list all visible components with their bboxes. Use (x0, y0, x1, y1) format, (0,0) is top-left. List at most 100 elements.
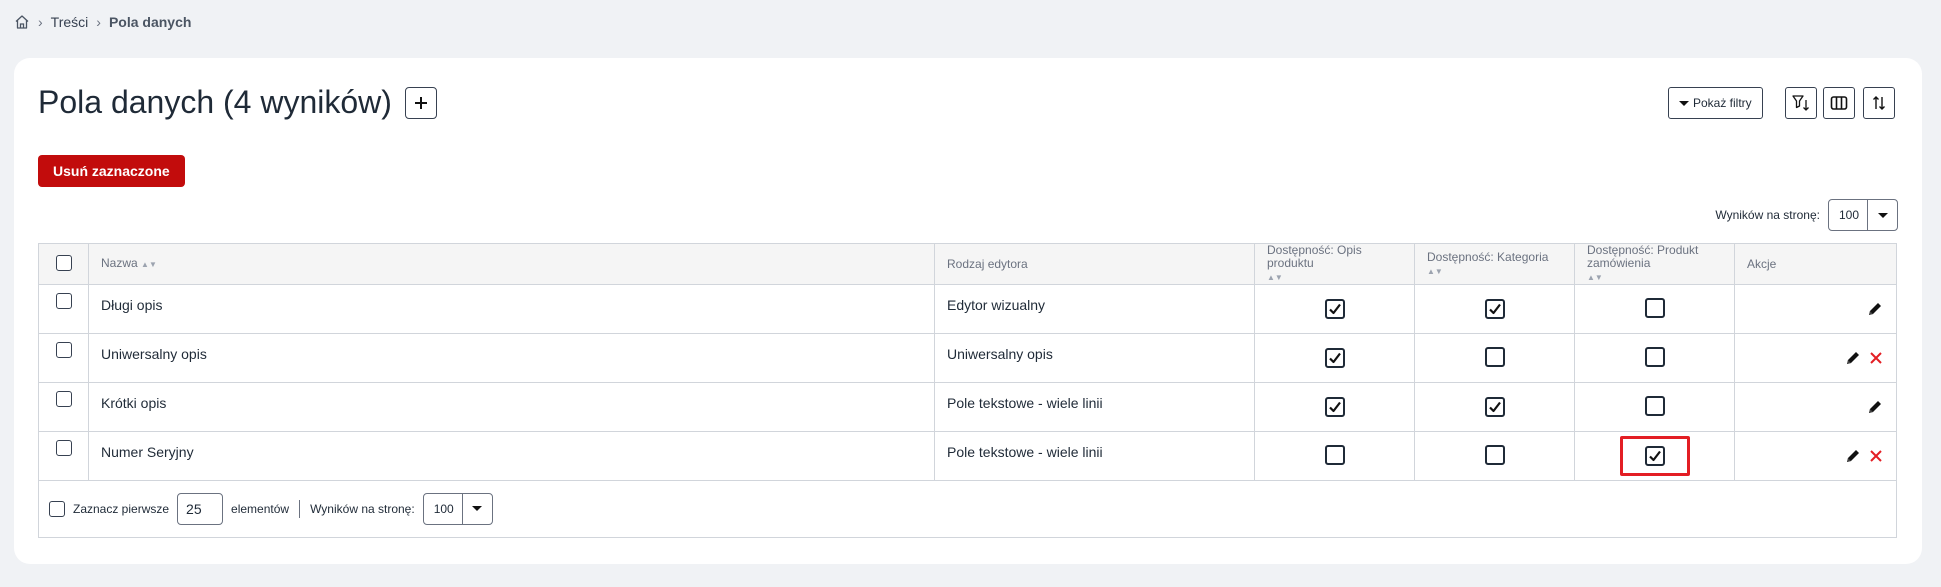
avail-order-cell (1574, 284, 1735, 334)
avail-cat-checkbox[interactable] (1484, 346, 1505, 367)
avail-cat-cell (1414, 333, 1575, 383)
row-name[interactable]: Numer Seryjny (88, 431, 935, 481)
actions-cell (1734, 431, 1897, 481)
sort-arrows-icon (1873, 96, 1885, 110)
table-footer: Zaznacz pierwsze 25 elementów Wyników na… (38, 480, 1897, 538)
show-filters-button[interactable]: Pokaż filtry (1668, 87, 1763, 119)
footer-per-page-value: 100 (433, 501, 454, 516)
avail-desc-cell (1254, 382, 1415, 432)
select-first-input[interactable]: 25 (177, 492, 224, 525)
column-name[interactable]: Nazwa ▲▼ (88, 243, 935, 285)
column-actions: Akcje (1734, 243, 1897, 285)
table-header-row: Nazwa ▲▼ Rodzaj edytora Dostępność: Opis… (38, 243, 1897, 285)
divider (299, 499, 301, 518)
edit-pencil-icon[interactable] (1866, 300, 1884, 318)
home-icon[interactable] (14, 14, 30, 30)
row-checkbox[interactable] (55, 293, 72, 309)
sort-button[interactable] (1863, 87, 1895, 119)
edit-pencil-icon[interactable] (1844, 349, 1862, 367)
sort-icon: ▲▼ (1587, 273, 1603, 282)
edit-pencil-icon[interactable] (1844, 447, 1862, 465)
row-name[interactable]: Krótki opis (88, 382, 935, 432)
row-checkbox[interactable] (55, 342, 72, 358)
avail-cat-cell (1414, 431, 1575, 481)
avail-order-checkbox[interactable] (1644, 346, 1665, 367)
page-title: Pola danych (4 wyników) (38, 84, 392, 120)
row-checkbox[interactable] (55, 440, 72, 456)
avail-desc-cell (1254, 284, 1415, 334)
avail-cat-checkbox[interactable] (1484, 299, 1505, 319)
chevron-right-icon: › (38, 14, 43, 30)
column-avail-cat[interactable]: Dostępność: Kategoria ▲▼ (1414, 243, 1575, 285)
add-button[interactable] (405, 87, 437, 119)
row-name[interactable]: Długi opis (88, 284, 935, 334)
avail-order-cell (1574, 431, 1735, 481)
row-select-cell (38, 382, 89, 432)
breadcrumb-item-current: Pola danych (108, 14, 192, 30)
data-fields-table: Nazwa ▲▼ Rodzaj edytora Dostępność: Opis… (38, 243, 1897, 481)
columns-button[interactable] (1823, 87, 1855, 119)
avail-order-checkbox[interactable] (1644, 297, 1665, 318)
avail-desc-cell (1254, 431, 1415, 481)
select-first-label: Zaznacz pierwsze (73, 501, 170, 516)
select-first-checkbox[interactable] (49, 500, 65, 517)
avail-desc-checkbox[interactable] (1324, 397, 1345, 417)
columns-icon (1830, 96, 1848, 110)
edit-pencil-icon[interactable] (1866, 398, 1884, 416)
breadcrumb-item-tresci[interactable]: Treści (51, 14, 89, 30)
avail-cat-checkbox[interactable] (1484, 397, 1505, 417)
column-avail-order[interactable]: Dostępność: Produkt zamówienia ▲▼ (1574, 243, 1735, 285)
actions-cell (1734, 382, 1897, 432)
content-card: Pola danych (4 wyników) Pokaż filtry Usu… (14, 58, 1922, 564)
row-checkbox[interactable] (55, 391, 72, 407)
avail-desc-checkbox[interactable] (1324, 444, 1345, 465)
actions-cell (1734, 284, 1897, 334)
per-page-label: Wyników na stronę: (1715, 208, 1820, 222)
avail-order-checkbox[interactable] (1644, 395, 1665, 416)
filter-sort-icon (1792, 95, 1809, 111)
actions-cell (1734, 333, 1897, 383)
footer-per-page-select[interactable]: 100 (422, 492, 493, 525)
filter-sort-button[interactable] (1785, 87, 1817, 119)
highlight-box (1619, 436, 1690, 476)
avail-order-cell (1574, 382, 1735, 432)
sort-icon: ▲▼ (141, 260, 157, 269)
row-editor: Edytor wizualny (934, 284, 1255, 334)
table-row: Długi opis Edytor wizualny (38, 284, 1897, 334)
per-page-value: 100 (1838, 208, 1859, 222)
chevron-down-icon[interactable] (461, 493, 492, 524)
column-editor: Rodzaj edytora (934, 243, 1255, 285)
table-row: Numer Seryjny Pole tekstowe - wiele linii (38, 431, 1897, 481)
chevron-right-icon: › (96, 14, 101, 30)
avail-desc-cell (1254, 333, 1415, 383)
avail-cat-checkbox[interactable] (1484, 444, 1505, 465)
row-name[interactable]: Uniwersalny opis (88, 333, 935, 383)
avail-desc-checkbox[interactable] (1324, 348, 1345, 368)
per-page-top: Wyników na stronę: 100 (1715, 199, 1898, 231)
show-filters-label: Pokaż filtry (1693, 96, 1752, 110)
chevron-down-icon[interactable] (1867, 200, 1897, 230)
column-avail-desc[interactable]: Dostępność: Opis produktu ▲▼ (1254, 243, 1415, 285)
avail-order-checkbox[interactable] (1644, 446, 1665, 466)
avail-cat-cell (1414, 284, 1575, 334)
elements-label: elementów (231, 501, 290, 516)
breadcrumb: › Treści › Pola danych (14, 14, 191, 30)
row-editor: Pole tekstowe - wiele linii (934, 382, 1255, 432)
avail-cat-cell (1414, 382, 1575, 432)
avail-desc-checkbox[interactable] (1324, 299, 1345, 319)
select-all-checkbox[interactable] (55, 254, 72, 271)
delete-x-icon[interactable] (1868, 350, 1884, 366)
plus-icon (415, 97, 427, 109)
avail-order-cell (1574, 333, 1735, 383)
row-select-cell (38, 284, 89, 334)
delete-x-icon[interactable] (1868, 448, 1884, 464)
row-select-cell (38, 431, 89, 481)
row-select-cell (38, 333, 89, 383)
footer-per-page-label: Wyników na stronę: (310, 501, 415, 516)
delete-selected-button[interactable]: Usuń zaznaczone (38, 155, 185, 187)
sort-icon: ▲▼ (1427, 266, 1443, 276)
table-row: Krótki opis Pole tekstowe - wiele linii (38, 382, 1897, 432)
select-all-cell (38, 243, 89, 285)
per-page-select[interactable]: 100 (1827, 199, 1898, 231)
row-editor: Uniwersalny opis (934, 333, 1255, 383)
